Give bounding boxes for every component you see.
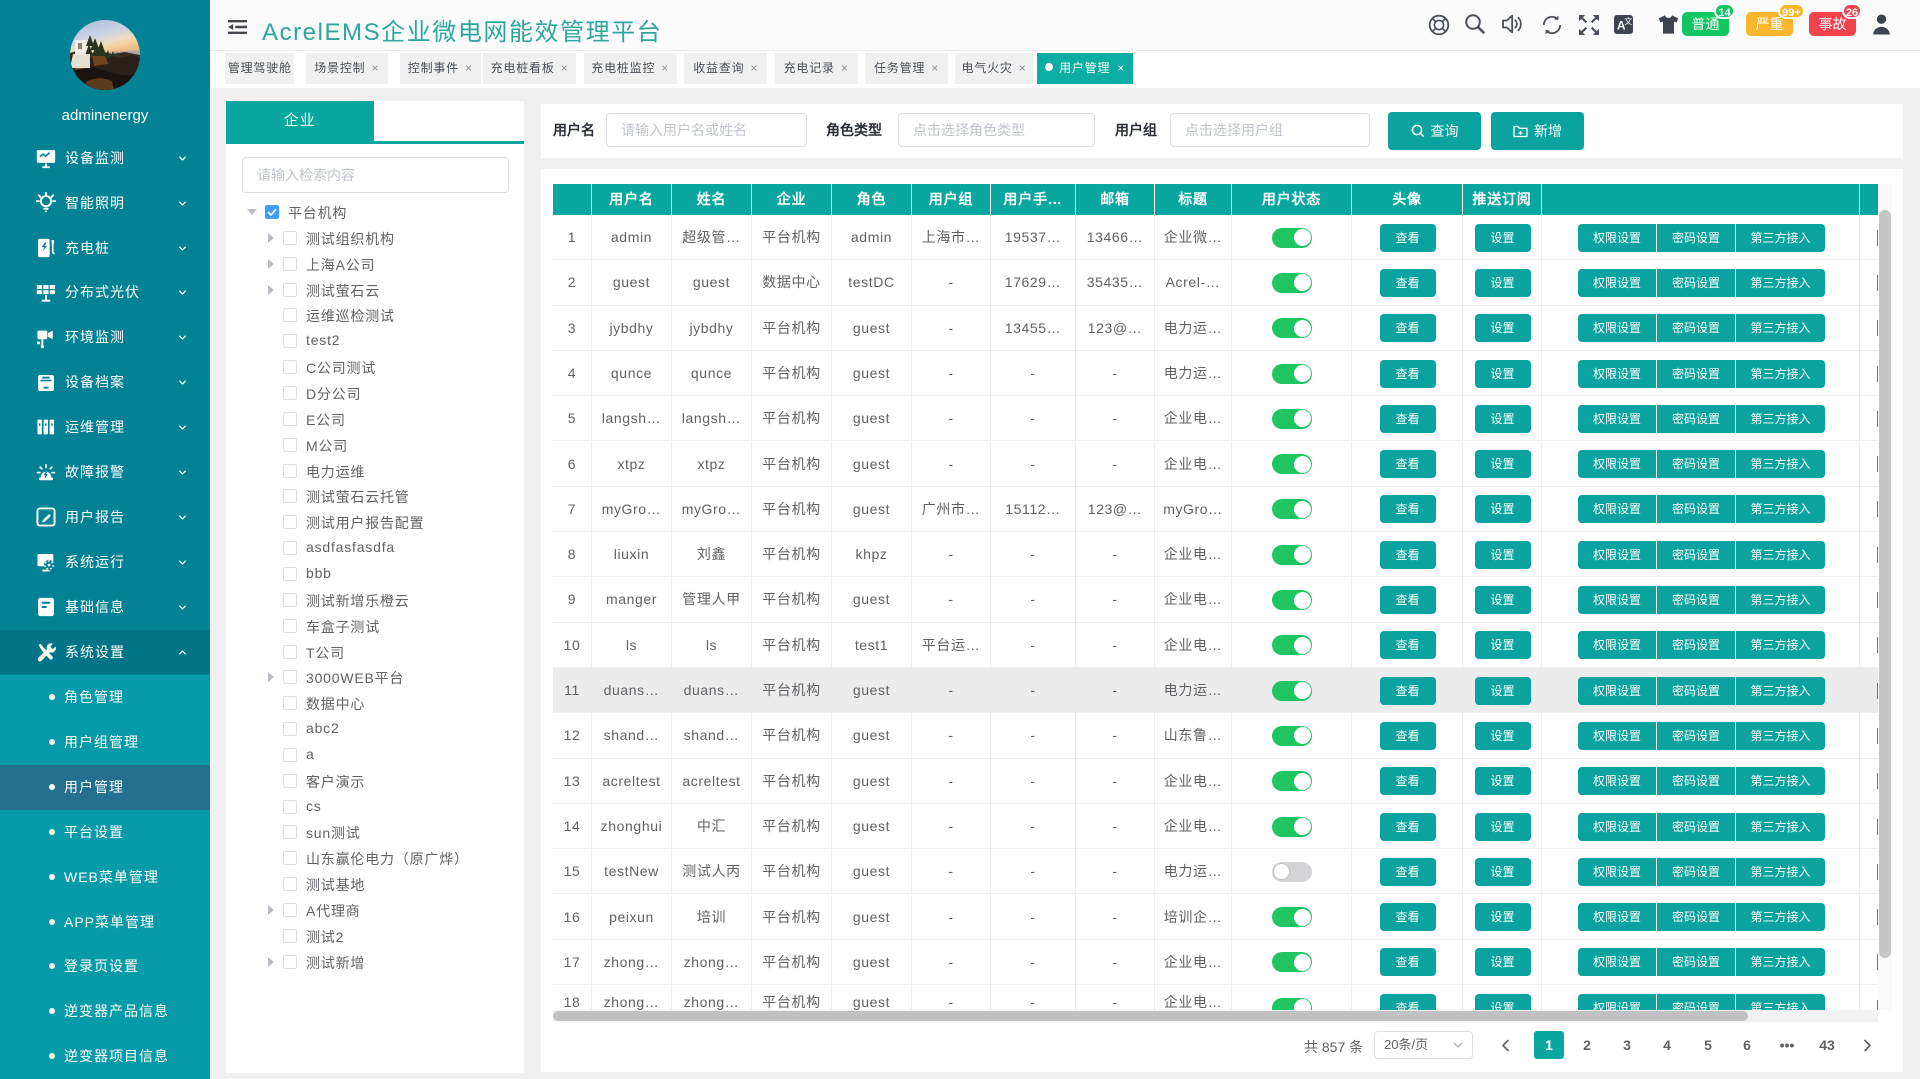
svg-text:文: 文 bbox=[1624, 16, 1632, 26]
